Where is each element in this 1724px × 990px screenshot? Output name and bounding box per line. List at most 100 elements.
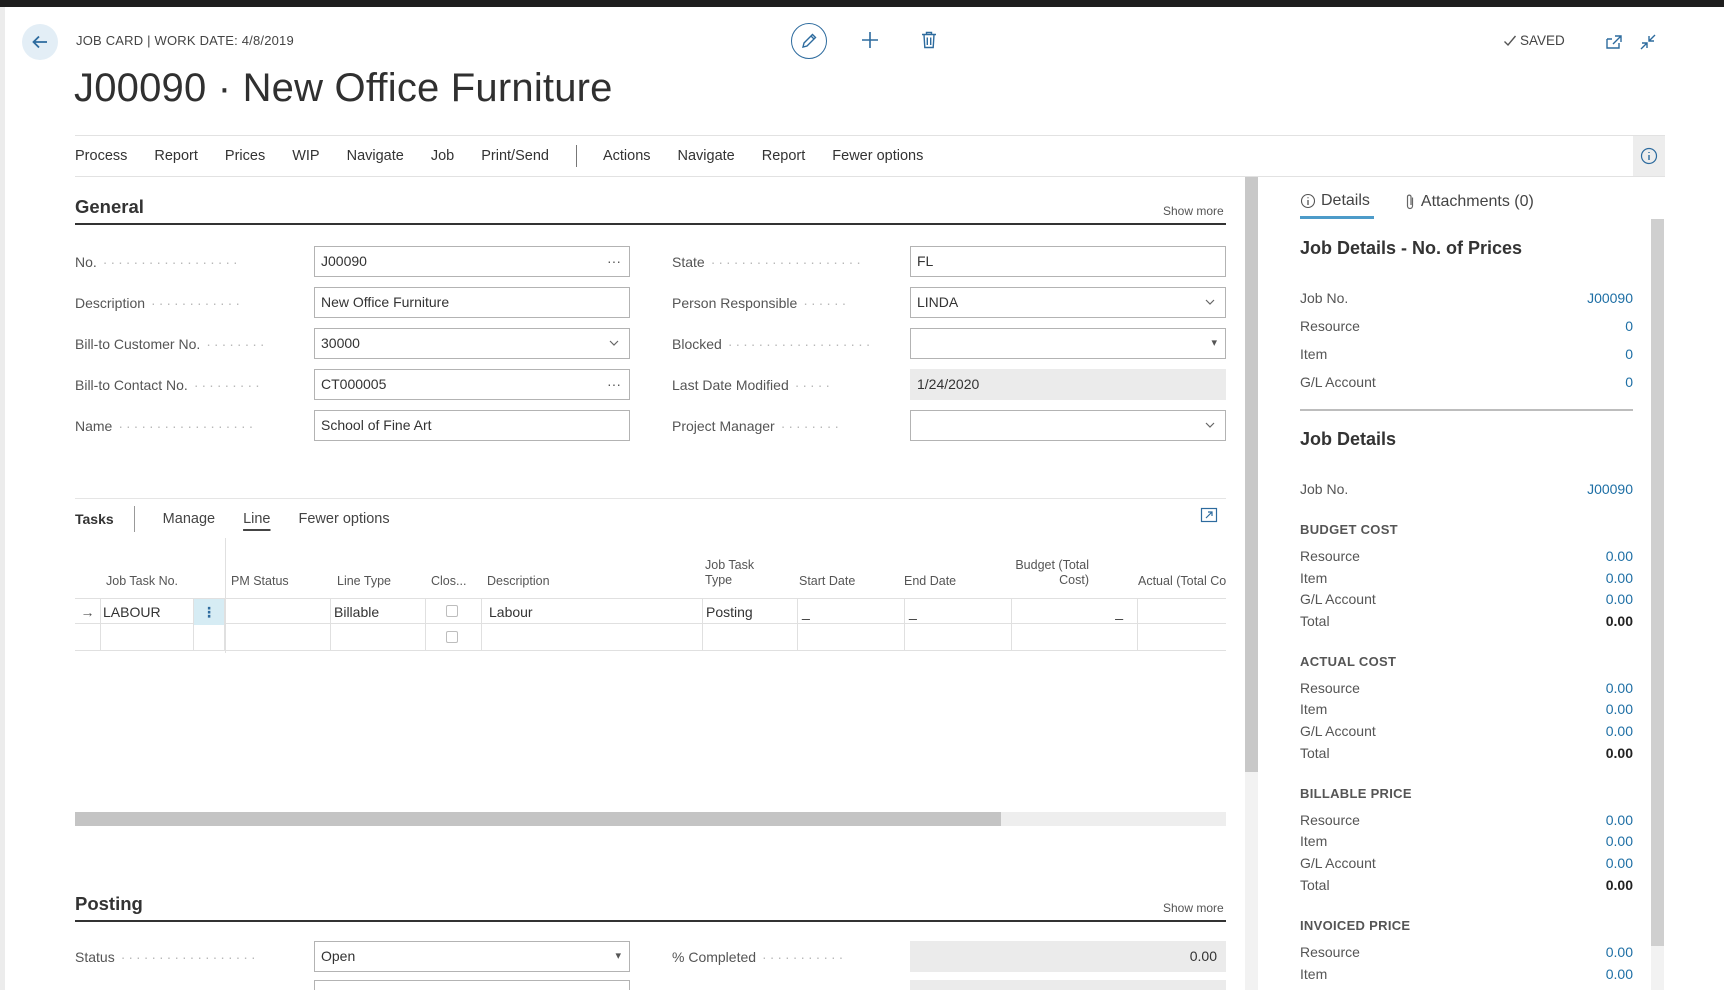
start-date-cell[interactable]: _ xyxy=(798,599,905,625)
new-button[interactable] xyxy=(858,28,882,52)
person-responsible-label: Person Responsible ······ xyxy=(672,295,850,311)
person-responsible-field[interactable]: LINDA xyxy=(910,287,1226,318)
col-job-task-no[interactable]: Job Task No. xyxy=(106,574,178,589)
col-actual-total-cost[interactable]: Actual (Total Co xyxy=(1138,574,1226,589)
start-date-cell[interactable] xyxy=(798,625,905,651)
factbox-scrollbar-thumb[interactable] xyxy=(1651,219,1664,946)
action-report-2[interactable]: Report xyxy=(762,148,806,164)
tasks-horizontal-scrollbar[interactable] xyxy=(75,812,1226,826)
budget-gl-account-value[interactable]: 0.00 xyxy=(1606,591,1633,607)
tab-details[interactable]: Details xyxy=(1300,185,1374,219)
no-field[interactable]: J00090 ··· xyxy=(314,246,630,277)
status-select[interactable]: Open ▾ xyxy=(314,941,630,972)
action-print-send[interactable]: Print/Send xyxy=(481,148,549,164)
table-row[interactable] xyxy=(75,625,1226,651)
col-start-date[interactable]: Start Date xyxy=(799,574,855,589)
tasks-manage[interactable]: Manage xyxy=(163,511,215,527)
bill-to-contact-no-field[interactable]: CT000005 ··· xyxy=(314,369,630,400)
state-field[interactable]: FL xyxy=(910,246,1226,277)
blocked-select[interactable]: ▾ xyxy=(910,328,1226,359)
action-actions[interactable]: Actions xyxy=(603,148,651,164)
invoiced-resource-value[interactable]: 0.00 xyxy=(1606,944,1633,960)
col-closed[interactable]: Clos... xyxy=(431,574,466,589)
factbox-scrollbar[interactable] xyxy=(1651,219,1664,990)
col-line-type[interactable]: Line Type xyxy=(337,574,391,589)
end-date-cell[interactable] xyxy=(905,625,1012,651)
tasks-title[interactable]: Tasks xyxy=(75,505,135,532)
actual-gl-account-value[interactable]: 0.00 xyxy=(1606,723,1633,739)
action-report[interactable]: Report xyxy=(154,148,198,164)
line-type-cell[interactable] xyxy=(331,625,426,651)
pm-status-cell[interactable] xyxy=(225,599,331,625)
row-menu-button[interactable]: ⋮ xyxy=(194,599,225,625)
closed-checkbox[interactable] xyxy=(446,631,458,643)
action-prices[interactable]: Prices xyxy=(225,148,265,164)
billable-gl-account-value[interactable]: 0.00 xyxy=(1606,855,1633,871)
invoiced-item-value[interactable]: 0.00 xyxy=(1606,966,1633,982)
col-pm-status[interactable]: PM Status xyxy=(231,574,289,589)
prices-job-no-value[interactable]: J00090 xyxy=(1587,290,1633,306)
action-navigate[interactable]: Navigate xyxy=(347,148,404,164)
action-fewer-options[interactable]: Fewer options xyxy=(832,148,923,164)
contact-lookup-button[interactable]: ··· xyxy=(607,370,621,399)
general-section-title[interactable]: General xyxy=(75,196,144,218)
budget-resource-value[interactable]: 0.00 xyxy=(1606,548,1633,564)
billable-item-value[interactable]: 0.00 xyxy=(1606,833,1633,849)
action-process[interactable]: Process xyxy=(75,148,127,164)
action-wip[interactable]: WIP xyxy=(292,148,319,164)
bill-to-customer-no-field[interactable]: 30000 xyxy=(314,328,630,359)
main-scrollbar-thumb[interactable] xyxy=(1245,177,1258,772)
col-budget-total-cost[interactable]: Budget (Total Cost) xyxy=(1005,558,1089,588)
table-row[interactable]: → LABOUR ⋮ Billable Labour Posting _ _ _ xyxy=(75,598,1226,625)
project-manager-field[interactable] xyxy=(910,410,1226,441)
name-field[interactable]: School of Fine Art xyxy=(314,410,630,441)
delete-button[interactable] xyxy=(917,28,941,52)
description-cell[interactable] xyxy=(482,625,703,651)
posting-show-more[interactable]: Show more xyxy=(1163,901,1224,915)
tasks-fewer-options[interactable]: Fewer options xyxy=(299,511,390,527)
actual-cell[interactable] xyxy=(1138,599,1226,625)
edit-button[interactable] xyxy=(791,23,827,59)
main-scrollbar[interactable] xyxy=(1245,177,1258,990)
billable-resource-value[interactable]: 0.00 xyxy=(1606,812,1633,828)
line-type-cell[interactable]: Billable xyxy=(331,599,426,625)
budget-cell[interactable]: _ xyxy=(1012,599,1138,625)
action-navigate-2[interactable]: Navigate xyxy=(678,148,735,164)
prices-resource-value[interactable]: 0 xyxy=(1625,318,1633,334)
tasks-scrollbar-thumb[interactable] xyxy=(75,812,1001,826)
no-lookup-button[interactable]: ··· xyxy=(607,247,621,276)
tasks-line[interactable]: Line xyxy=(243,511,270,527)
prices-item-value[interactable]: 0 xyxy=(1625,346,1633,362)
closed-cell[interactable] xyxy=(426,625,482,651)
job-task-type-cell[interactable] xyxy=(703,625,798,651)
description-cell[interactable]: Labour xyxy=(482,599,703,625)
budget-cell[interactable] xyxy=(1012,625,1138,651)
job-task-type-cell[interactable]: Posting xyxy=(703,599,798,625)
col-end-date[interactable]: End Date xyxy=(904,574,956,589)
next-posting-field[interactable] xyxy=(314,980,630,990)
open-new-window-button[interactable] xyxy=(1604,32,1624,52)
end-date-cell[interactable]: _ xyxy=(905,599,1012,625)
general-show-more[interactable]: Show more xyxy=(1163,204,1224,218)
action-job[interactable]: Job xyxy=(431,148,454,164)
col-description[interactable]: Description xyxy=(487,574,550,589)
closed-cell[interactable] xyxy=(426,599,482,625)
actual-cell[interactable] xyxy=(1138,625,1226,651)
job-task-no-cell[interactable] xyxy=(101,625,194,651)
back-button[interactable] xyxy=(22,24,58,60)
budget-item-value[interactable]: 0.00 xyxy=(1606,570,1633,586)
factbox-toggle-button[interactable] xyxy=(1633,136,1665,176)
closed-checkbox[interactable] xyxy=(446,605,458,617)
description-field[interactable]: New Office Furniture xyxy=(314,287,630,318)
actual-resource-value[interactable]: 0.00 xyxy=(1606,680,1633,696)
actual-item-value[interactable]: 0.00 xyxy=(1606,701,1633,717)
posting-section-title[interactable]: Posting xyxy=(75,893,143,915)
job-task-no-cell[interactable]: LABOUR xyxy=(101,599,194,625)
expand-icon[interactable] xyxy=(1200,506,1218,524)
prices-gl-account-value[interactable]: 0 xyxy=(1625,374,1633,390)
pm-status-cell[interactable] xyxy=(225,625,331,651)
collapse-button[interactable] xyxy=(1638,32,1658,52)
details-job-no-value[interactable]: J00090 xyxy=(1587,481,1633,497)
tab-attachments[interactable]: Attachments (0) xyxy=(1404,185,1534,219)
col-job-task-type[interactable]: Job Task Type xyxy=(705,558,765,588)
